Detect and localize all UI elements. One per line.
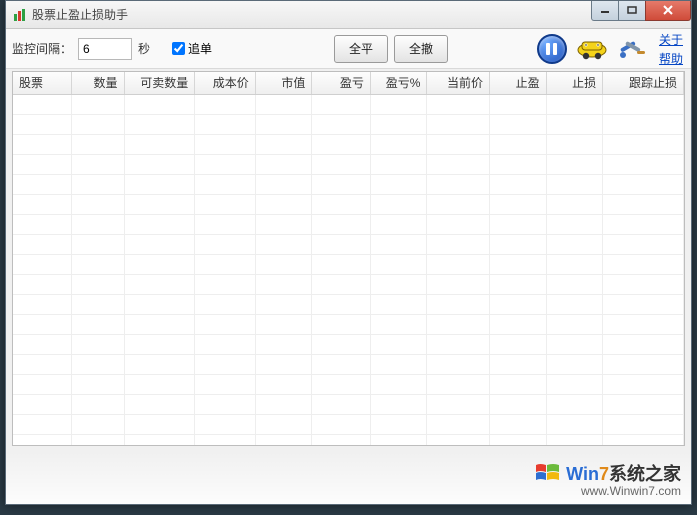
- table-row: [13, 214, 684, 234]
- flat-all-button[interactable]: 全平: [334, 35, 388, 63]
- titlebar: 股票止盈止损助手: [6, 1, 691, 29]
- windows-flag-icon: [534, 461, 562, 485]
- minimize-button[interactable]: [591, 1, 619, 21]
- chase-checkbox[interactable]: 追单: [172, 40, 212, 57]
- interval-unit: 秒: [138, 40, 150, 57]
- settings-button[interactable]: [615, 32, 649, 66]
- app-icon: [12, 7, 28, 23]
- pause-icon: [537, 34, 567, 64]
- table-row: [13, 94, 684, 114]
- table-header-row: 股票数量可卖数量成本价市值盈亏盈亏%当前价止盈止损跟踪止损: [13, 72, 684, 94]
- table-body: [13, 94, 684, 446]
- table-row: [13, 154, 684, 174]
- table-row: [13, 174, 684, 194]
- col-1[interactable]: 数量: [72, 72, 125, 94]
- col-8[interactable]: 止盈: [490, 72, 547, 94]
- interval-label: 监控间隔：: [12, 40, 72, 57]
- pause-button[interactable]: [535, 32, 569, 66]
- car-button[interactable]: [575, 32, 609, 66]
- col-10[interactable]: 跟踪止损: [603, 72, 684, 94]
- table-row: [13, 354, 684, 374]
- car-icon: [575, 37, 609, 61]
- footer-watermark: Win7系统之家 www.Winwin7.com: [6, 452, 691, 504]
- table-row: [13, 274, 684, 294]
- brand-zh: 系统之家: [609, 464, 681, 484]
- window-title: 股票止盈止损助手: [32, 6, 592, 23]
- close-button[interactable]: [645, 1, 691, 21]
- window-controls: [592, 1, 691, 21]
- col-5[interactable]: 盈亏: [312, 72, 371, 94]
- table-row: [13, 414, 684, 434]
- help-links: 关于 帮助: [659, 31, 683, 67]
- table-row: [13, 194, 684, 214]
- table-row: [13, 374, 684, 394]
- chase-checkbox-input[interactable]: [172, 42, 185, 55]
- toolbar: 监控间隔： 秒 追单 全平 全撤: [6, 29, 691, 69]
- brand-w: W: [566, 464, 583, 484]
- table-row: [13, 334, 684, 354]
- about-link[interactable]: 关于: [659, 31, 683, 48]
- table-row: [13, 134, 684, 154]
- col-3[interactable]: 成本价: [195, 72, 256, 94]
- interval-input[interactable]: [78, 38, 132, 60]
- table-row: [13, 394, 684, 414]
- col-7[interactable]: 当前价: [427, 72, 490, 94]
- cancel-all-button[interactable]: 全撤: [394, 35, 448, 63]
- maximize-button[interactable]: [618, 1, 646, 21]
- help-link[interactable]: 帮助: [659, 50, 683, 67]
- brand: Win7系统之家 www.Winwin7.com: [534, 460, 681, 498]
- app-window: 股票止盈止损助手 监控间隔： 秒 追单 全平 全撤: [5, 0, 692, 505]
- tools-icon: [617, 35, 647, 63]
- table-row: [13, 294, 684, 314]
- table-row: [13, 254, 684, 274]
- table-row: [13, 234, 684, 254]
- brand-num: 7: [599, 464, 609, 484]
- chase-label: 追单: [188, 40, 212, 57]
- col-9[interactable]: 止损: [546, 72, 603, 94]
- grid: 股票数量可卖数量成本价市值盈亏盈亏%当前价止盈止损跟踪止损: [12, 71, 685, 446]
- brand-url: www.Winwin7.com: [581, 484, 681, 498]
- data-table: 股票数量可卖数量成本价市值盈亏盈亏%当前价止盈止损跟踪止损: [13, 72, 684, 446]
- col-6[interactable]: 盈亏%: [370, 72, 427, 94]
- table-row: [13, 434, 684, 446]
- table-row: [13, 314, 684, 334]
- col-2[interactable]: 可卖数量: [124, 72, 195, 94]
- col-0[interactable]: 股票: [13, 72, 72, 94]
- col-4[interactable]: 市值: [255, 72, 312, 94]
- table-row: [13, 114, 684, 134]
